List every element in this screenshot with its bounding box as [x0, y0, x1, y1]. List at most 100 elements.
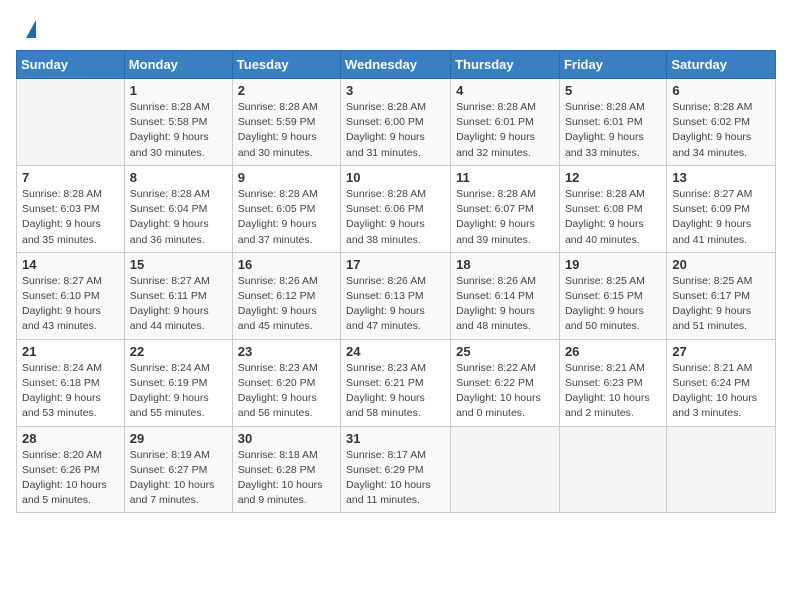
calendar-week-row: 1 Sunrise: 8:28 AMSunset: 5:58 PMDaylight… — [17, 79, 776, 166]
calendar-cell: 18 Sunrise: 8:26 AMSunset: 6:14 PMDayligh… — [451, 252, 560, 339]
day-info: Sunrise: 8:28 AMSunset: 5:59 PMDaylight:… — [238, 100, 335, 161]
weekday-header: Sunday — [17, 51, 125, 79]
day-number: 29 — [130, 431, 227, 446]
calendar-cell — [559, 426, 666, 513]
calendar-cell: 21 Sunrise: 8:24 AMSunset: 6:18 PMDayligh… — [17, 339, 125, 426]
calendar-cell: 7Sunrise: 8:28 AMSunset: 6:03 PMDaylight… — [17, 165, 125, 252]
day-info: Sunrise: 8:21 AMSunset: 6:24 PMDaylight:… — [672, 361, 770, 422]
day-info: Sunrise: 8:23 AMSunset: 6:21 PMDaylight:… — [346, 361, 445, 422]
day-number: 1 — [130, 83, 227, 98]
day-info: Sunrise: 8:28 AMSunset: 6:01 PMDaylight:… — [456, 100, 554, 161]
day-info: Sunrise: 8:25 AMSunset: 6:15 PMDaylight:… — [565, 274, 661, 335]
day-number: 20 — [672, 257, 770, 272]
calendar-cell — [17, 79, 125, 166]
day-info: Sunrise: 8:20 AMSunset: 6:26 PMDaylight:… — [22, 448, 119, 509]
calendar-cell — [667, 426, 776, 513]
calendar-cell: 27Sunrise: 8:21 AMSunset: 6:24 PMDayligh… — [667, 339, 776, 426]
day-number: 23 — [238, 344, 335, 359]
calendar-cell: 28Sunrise: 8:20 AMSunset: 6:26 PMDayligh… — [17, 426, 125, 513]
day-number: 4 — [456, 83, 554, 98]
calendar-cell: 31 Sunrise: 8:17 AMSunset: 6:29 PMDayligh… — [341, 426, 451, 513]
day-info: Sunrise: 8:22 AMSunset: 6:22 PMDaylight:… — [456, 361, 554, 422]
day-info: Sunrise: 8:28 AMSunset: 6:06 PMDaylight:… — [346, 187, 445, 248]
day-number: 11 — [456, 170, 554, 185]
day-info: Sunrise: 8:27 AMSunset: 6:09 PMDaylight:… — [672, 187, 770, 248]
day-number: 15 — [130, 257, 227, 272]
calendar-week-row: 21 Sunrise: 8:24 AMSunset: 6:18 PMDayligh… — [17, 339, 776, 426]
day-number: 8 — [130, 170, 227, 185]
day-number: 25 — [456, 344, 554, 359]
calendar-cell: 11 Sunrise: 8:28 AMSunset: 6:07 PMDayligh… — [451, 165, 560, 252]
calendar-week-row: 28Sunrise: 8:20 AMSunset: 6:26 PMDayligh… — [17, 426, 776, 513]
logo-triangle-icon — [26, 20, 36, 38]
day-info: Sunrise: 8:28 AMSunset: 6:04 PMDaylight:… — [130, 187, 227, 248]
day-number: 10 — [346, 170, 445, 185]
day-info: Sunrise: 8:28 AMSunset: 6:03 PMDaylight:… — [22, 187, 119, 248]
day-info: Sunrise: 8:27 AMSunset: 6:10 PMDaylight:… — [22, 274, 119, 335]
day-number: 12 — [565, 170, 661, 185]
day-info: Sunrise: 8:28 AMSunset: 6:08 PMDaylight:… — [565, 187, 661, 248]
calendar-cell: 5Sunrise: 8:28 AMSunset: 6:01 PMDaylight… — [559, 79, 666, 166]
calendar-week-row: 14 Sunrise: 8:27 AMSunset: 6:10 PMDayligh… — [17, 252, 776, 339]
day-info: Sunrise: 8:28 AMSunset: 6:01 PMDaylight:… — [565, 100, 661, 161]
calendar-cell: 8 Sunrise: 8:28 AMSunset: 6:04 PMDaylight… — [124, 165, 232, 252]
day-number: 21 — [22, 344, 119, 359]
weekday-header: Friday — [559, 51, 666, 79]
day-info: Sunrise: 8:24 AMSunset: 6:18 PMDaylight:… — [22, 361, 119, 422]
day-number: 26 — [565, 344, 661, 359]
calendar-cell — [451, 426, 560, 513]
calendar-cell: 20 Sunrise: 8:25 AMSunset: 6:17 PMDayligh… — [667, 252, 776, 339]
day-number: 18 — [456, 257, 554, 272]
day-number: 24 — [346, 344, 445, 359]
calendar-header-row: SundayMondayTuesdayWednesdayThursdayFrid… — [17, 51, 776, 79]
day-info: Sunrise: 8:27 AMSunset: 6:11 PMDaylight:… — [130, 274, 227, 335]
day-info: Sunrise: 8:28 AMSunset: 5:58 PMDaylight:… — [130, 100, 227, 161]
calendar-cell: 24 Sunrise: 8:23 AMSunset: 6:21 PMDayligh… — [341, 339, 451, 426]
day-number: 17 — [346, 257, 445, 272]
calendar-cell: 10 Sunrise: 8:28 AMSunset: 6:06 PMDayligh… — [341, 165, 451, 252]
calendar-cell: 17 Sunrise: 8:26 AMSunset: 6:13 PMDayligh… — [341, 252, 451, 339]
logo — [24, 18, 36, 38]
calendar-cell: 19 Sunrise: 8:25 AMSunset: 6:15 PMDayligh… — [559, 252, 666, 339]
weekday-header: Wednesday — [341, 51, 451, 79]
calendar-cell: 14 Sunrise: 8:27 AMSunset: 6:10 PMDayligh… — [17, 252, 125, 339]
calendar-cell: 16 Sunrise: 8:26 AMSunset: 6:12 PMDayligh… — [232, 252, 340, 339]
day-info: Sunrise: 8:24 AMSunset: 6:19 PMDaylight:… — [130, 361, 227, 422]
calendar-cell: 29 Sunrise: 8:19 AMSunset: 6:27 PMDayligh… — [124, 426, 232, 513]
day-info: Sunrise: 8:26 AMSunset: 6:14 PMDaylight:… — [456, 274, 554, 335]
day-info: Sunrise: 8:26 AMSunset: 6:13 PMDaylight:… — [346, 274, 445, 335]
calendar-cell: 15 Sunrise: 8:27 AMSunset: 6:11 PMDayligh… — [124, 252, 232, 339]
calendar-cell: 9Sunrise: 8:28 AMSunset: 6:05 PMDaylight… — [232, 165, 340, 252]
day-info: Sunrise: 8:28 AMSunset: 6:07 PMDaylight:… — [456, 187, 554, 248]
calendar-cell: 30Sunrise: 8:18 AMSunset: 6:28 PMDayligh… — [232, 426, 340, 513]
calendar-cell: 22 Sunrise: 8:24 AMSunset: 6:19 PMDayligh… — [124, 339, 232, 426]
calendar-week-row: 7Sunrise: 8:28 AMSunset: 6:03 PMDaylight… — [17, 165, 776, 252]
day-number: 31 — [346, 431, 445, 446]
day-number: 14 — [22, 257, 119, 272]
day-number: 3 — [346, 83, 445, 98]
calendar-container: SundayMondayTuesdayWednesdayThursdayFrid… — [0, 46, 792, 529]
day-info: Sunrise: 8:28 AMSunset: 6:00 PMDaylight:… — [346, 100, 445, 161]
day-info: Sunrise: 8:17 AMSunset: 6:29 PMDaylight:… — [346, 448, 445, 509]
calendar-cell: 2Sunrise: 8:28 AMSunset: 5:59 PMDaylight… — [232, 79, 340, 166]
calendar-cell: 13 Sunrise: 8:27 AMSunset: 6:09 PMDayligh… — [667, 165, 776, 252]
day-info: Sunrise: 8:28 AMSunset: 6:05 PMDaylight:… — [238, 187, 335, 248]
day-info: Sunrise: 8:21 AMSunset: 6:23 PMDaylight:… — [565, 361, 661, 422]
day-info: Sunrise: 8:26 AMSunset: 6:12 PMDaylight:… — [238, 274, 335, 335]
day-info: Sunrise: 8:19 AMSunset: 6:27 PMDaylight:… — [130, 448, 227, 509]
day-info: Sunrise: 8:18 AMSunset: 6:28 PMDaylight:… — [238, 448, 335, 509]
calendar-cell: 25 Sunrise: 8:22 AMSunset: 6:22 PMDayligh… — [451, 339, 560, 426]
calendar-cell: 3 Sunrise: 8:28 AMSunset: 6:00 PMDaylight… — [341, 79, 451, 166]
calendar-cell: 4 Sunrise: 8:28 AMSunset: 6:01 PMDaylight… — [451, 79, 560, 166]
day-number: 19 — [565, 257, 661, 272]
day-number: 13 — [672, 170, 770, 185]
day-info: Sunrise: 8:28 AMSunset: 6:02 PMDaylight:… — [672, 100, 770, 161]
weekday-header: Monday — [124, 51, 232, 79]
calendar-cell: 26 Sunrise: 8:21 AMSunset: 6:23 PMDayligh… — [559, 339, 666, 426]
calendar-table: SundayMondayTuesdayWednesdayThursdayFrid… — [16, 50, 776, 513]
calendar-cell: 23Sunrise: 8:23 AMSunset: 6:20 PMDayligh… — [232, 339, 340, 426]
day-number: 22 — [130, 344, 227, 359]
calendar-cell: 6Sunrise: 8:28 AMSunset: 6:02 PMDaylight… — [667, 79, 776, 166]
day-number: 16 — [238, 257, 335, 272]
day-info: Sunrise: 8:25 AMSunset: 6:17 PMDaylight:… — [672, 274, 770, 335]
